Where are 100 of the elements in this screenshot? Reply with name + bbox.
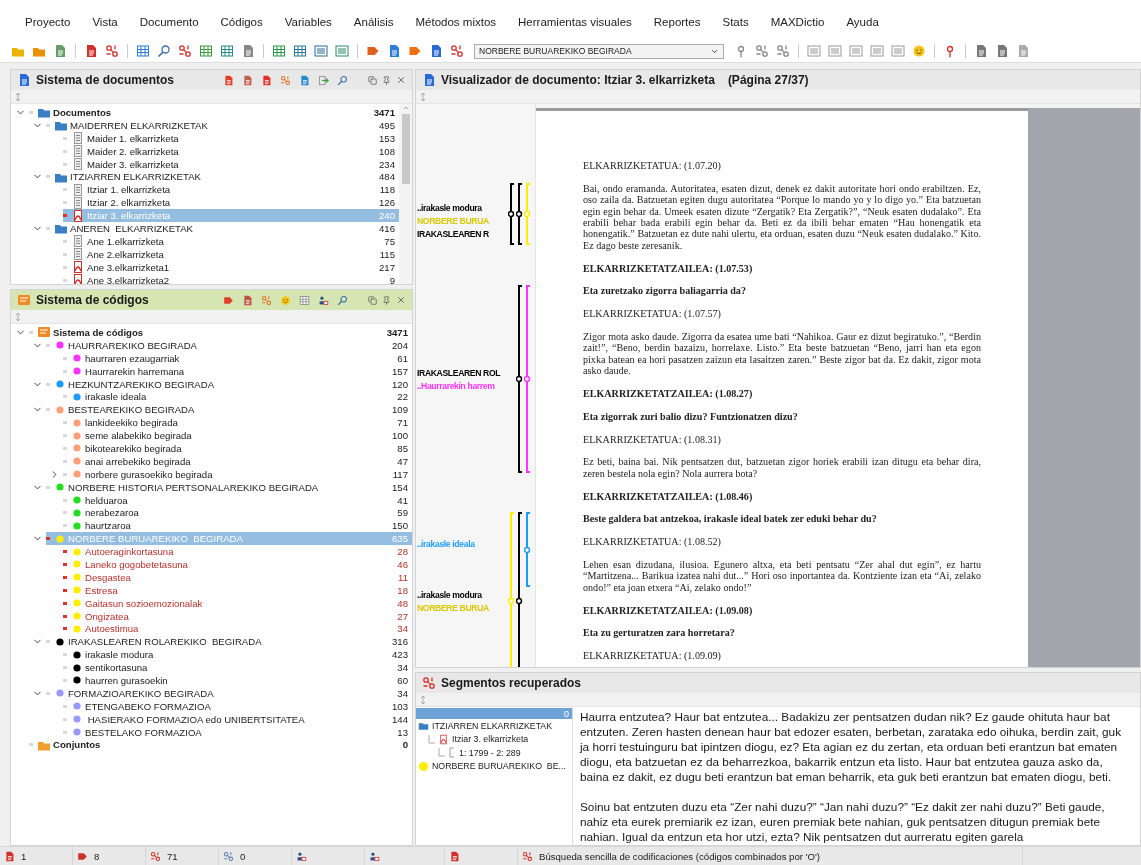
activation-marker[interactable] <box>63 679 67 682</box>
tree-row[interactable]: lankideekiko begirada 71 <box>63 416 412 430</box>
activation-marker[interactable] <box>63 614 67 618</box>
tree-row[interactable]: haurraren ezaugarriak 61 <box>63 351 412 365</box>
tree-row[interactable]: helduaroa 41 <box>63 493 412 507</box>
tree-row[interactable]: Itziar 1. elkarrizketa 118 <box>63 183 399 197</box>
tree-row[interactable]: sentikortasuna 34 <box>63 661 412 675</box>
tree-row[interactable]: Haurrarekin harremana 157 <box>63 364 412 378</box>
toolbar-button[interactable] <box>754 43 770 59</box>
activation-marker[interactable] <box>63 239 67 243</box>
coding-stripe[interactable] <box>516 183 524 245</box>
activation-marker[interactable] <box>29 743 33 747</box>
margin-code-label[interactable]: ..irakasle modura <box>417 203 482 214</box>
tree-row[interactable]: seme alabekiko begirada 100 <box>63 429 412 442</box>
activation-marker[interactable] <box>63 214 67 218</box>
close-button[interactable] <box>396 75 406 85</box>
tree-row[interactable]: ITZIARREN ELKARRIZKETAK 484 <box>46 170 399 184</box>
tree-row[interactable]: Gaitasun sozioemozionalak 48 <box>63 596 412 610</box>
activation-marker[interactable] <box>63 627 67 631</box>
tree-row[interactable]: Ongizatea 27 <box>63 609 412 623</box>
toolbar-button[interactable] <box>104 43 120 59</box>
tree-row[interactable]: MAIDERREN ELKARRIZKETAK 495 <box>46 118 399 132</box>
activation-marker[interactable] <box>63 704 67 708</box>
tree-row[interactable]: HAURRAREKIKO BEGIRADA 204 <box>46 338 412 352</box>
coding-stripe[interactable] <box>516 512 524 667</box>
pin-button[interactable] <box>382 75 391 85</box>
tree-row[interactable]: Itziar 2. elkarrizketa 126 <box>63 196 399 210</box>
margin-code-label[interactable]: IRAKASLEAREN ROL <box>417 368 501 379</box>
scrollbar[interactable] <box>399 104 412 284</box>
tree-row[interactable]: Maider 2. elkarrizketa 108 <box>63 144 399 158</box>
menu-item[interactable]: Documento <box>128 14 210 30</box>
toolbar-button[interactable] <box>911 43 927 59</box>
menu-item[interactable]: MAXDictio <box>759 14 836 30</box>
tree-row[interactable]: Sistema de códigos 3471 <box>29 326 412 339</box>
toolbar-button[interactable] <box>292 43 308 59</box>
tree-row[interactable]: BESTELAKO FORMAZIOA 13 <box>63 725 412 739</box>
menu-item[interactable]: Herramientas visuales <box>507 14 643 30</box>
sort-icon[interactable] <box>13 91 23 102</box>
menu-item[interactable]: Proyecto <box>14 14 82 30</box>
activation-marker[interactable] <box>63 278 67 282</box>
activation-marker[interactable] <box>29 330 33 334</box>
activation-marker[interactable] <box>63 459 67 463</box>
tree-row[interactable]: BESTEAREKIKO BEGIRADA 109 <box>46 403 412 417</box>
panel-tool-button[interactable] <box>336 293 349 307</box>
toolbar-button[interactable] <box>198 43 214 59</box>
panel-tool-button[interactable] <box>260 73 273 87</box>
activation-marker[interactable] <box>46 343 50 347</box>
menu-item[interactable]: Métodos mixtos <box>404 14 508 30</box>
panel-tool-button[interactable] <box>298 73 311 87</box>
tree-row[interactable]: Maider 3. elkarrizketa 234 <box>63 157 399 171</box>
coding-stripe[interactable] <box>508 183 516 245</box>
coding-stripe[interactable] <box>516 285 524 473</box>
sort-icon[interactable] <box>418 694 428 705</box>
code-dropdown[interactable]: NORBERE BURUAREKIKO BEGIRADA <box>474 43 724 59</box>
tree-row[interactable]: FORMAZIOAREKIKO BEGIRADA 34 <box>46 686 412 700</box>
activation-marker[interactable] <box>46 537 50 541</box>
activation-marker[interactable] <box>46 485 50 489</box>
activation-marker[interactable] <box>63 252 67 256</box>
scrollbar-thumb[interactable] <box>401 114 410 184</box>
activation-marker[interactable] <box>63 588 67 592</box>
activation-marker[interactable] <box>63 162 67 166</box>
margin-code-label[interactable]: IRAKASLEAREN R <box>417 229 489 240</box>
segment-tree-label[interactable]: Itziar 3. elkarrizketa <box>452 734 529 745</box>
tree-row[interactable]: nerabezaroa 59 <box>63 506 412 520</box>
undock-button[interactable] <box>368 295 377 305</box>
margin-code-label[interactable]: ..irakasle modura <box>417 590 482 601</box>
tree-row[interactable]: irakasle ideala 22 <box>63 390 412 404</box>
tree-row[interactable]: ANEREN ELKARRIZKETAK 416 <box>46 222 399 235</box>
activation-marker[interactable] <box>46 691 50 695</box>
toolbar-button[interactable] <box>219 43 235 59</box>
tree-row[interactable]: norbere gurasoekiko begirada 117 <box>63 467 412 481</box>
activation-marker[interactable] <box>63 524 67 528</box>
activation-marker[interactable] <box>63 434 67 438</box>
activation-marker[interactable] <box>63 472 67 476</box>
panel-tool-button[interactable] <box>222 73 235 87</box>
menu-item[interactable]: Variables <box>273 14 343 30</box>
activation-marker[interactable] <box>63 730 67 734</box>
activation-marker[interactable] <box>63 188 67 192</box>
menu-item[interactable]: Stats <box>711 14 760 30</box>
scroll-up-icon[interactable] <box>401 104 410 112</box>
toolbar-button[interactable] <box>449 43 465 59</box>
tree-row[interactable]: Maider 1. elkarrizketa 153 <box>63 131 399 145</box>
segment-tree-label[interactable]: NORBERE BURUAREKIKO BE... <box>432 761 566 772</box>
tree-row[interactable]: Ane 3.elkarrizketa1 217 <box>63 260 399 274</box>
tree-row[interactable]: Documentos 3471 <box>29 106 399 119</box>
tree-row[interactable]: Ane 3.elkarrizketa2 9 <box>63 273 399 284</box>
activation-marker[interactable] <box>63 717 67 721</box>
toolbar-button[interactable] <box>156 43 172 59</box>
activation-marker[interactable] <box>46 382 50 386</box>
sort-icon[interactable] <box>418 91 428 102</box>
tree-row[interactable]: Ane 1.elkarrizketa 75 <box>63 234 399 248</box>
panel-tool-button[interactable] <box>241 73 254 87</box>
panel-tool-button[interactable] <box>336 73 349 87</box>
activation-marker[interactable] <box>63 446 67 450</box>
tree-row[interactable]: ETENGABEKO FORMAZIOA 103 <box>63 699 412 713</box>
activation-marker[interactable] <box>63 201 67 205</box>
activation-marker[interactable] <box>46 123 50 127</box>
tree-row[interactable]: Autoeraginkortasuna 28 <box>63 545 412 559</box>
toolbar-button[interactable] <box>313 43 329 59</box>
activation-marker[interactable] <box>63 421 67 425</box>
